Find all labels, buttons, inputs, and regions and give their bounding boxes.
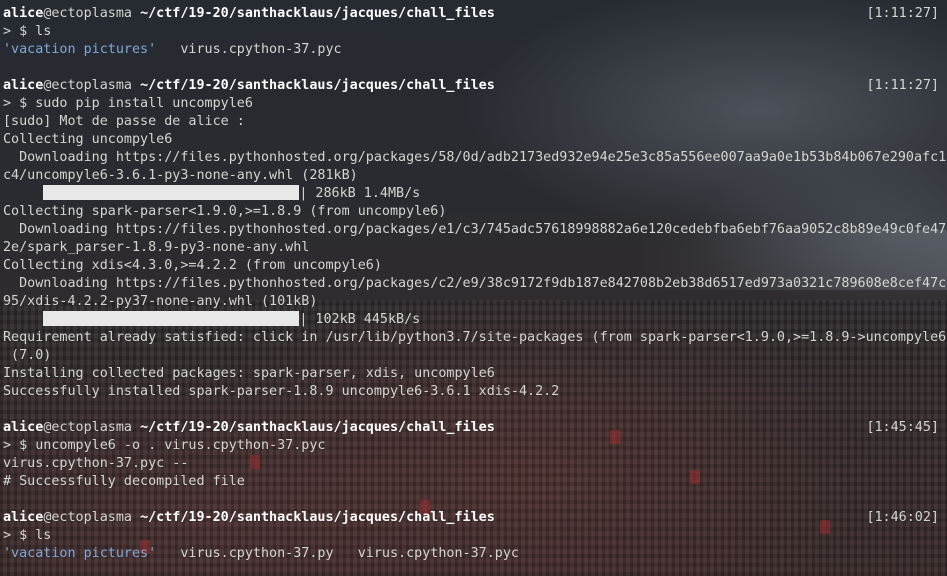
- progress-line: | 102kB 445kB/s: [3, 311, 947, 329]
- command-line: > $ ls: [3, 23, 947, 41]
- file-entry: virus.cpython-37.py virus.cpython-37.pyc: [156, 546, 519, 561]
- prompt-symbol: > $: [3, 24, 36, 39]
- terminal-output[interactable]: alice@ectoplasma ~/ctf/19-20/santhacklau…: [3, 5, 947, 563]
- command-text: ls: [35, 24, 52, 39]
- prompt-timestamp: [1:11:27]: [866, 6, 939, 21]
- prompt-user: alice: [3, 510, 44, 525]
- prompt-symbol: > $: [3, 96, 36, 111]
- output-line: virus.cpython-37.pyc --: [3, 456, 189, 471]
- output-line: [sudo] Mot de passe de alice :: [3, 114, 245, 129]
- prompt-user: alice: [3, 78, 44, 93]
- prompt-symbol: > $: [3, 528, 36, 543]
- prompt-timestamp: [1:45:45]: [866, 420, 939, 435]
- prompt-line: alice@ectoplasma ~/ctf/19-20/santhacklau…: [3, 5, 947, 23]
- ls-output-line: 'vacation pictures' virus.cpython-37.py …: [3, 545, 947, 563]
- command-text: sudo pip install uncompyle6: [35, 96, 253, 111]
- prompt-path: ~/ctf/19-20/santhacklaus/jacques/chall_f…: [140, 6, 495, 21]
- prompt-host: ectoplasma: [51, 510, 132, 525]
- progress-suffix: | 286kB 1.4MB/s: [299, 186, 421, 201]
- progress-bar: [43, 311, 300, 326]
- prompt-symbol: > $: [3, 438, 36, 453]
- prompt-user: alice: [3, 420, 44, 435]
- output-line: # Successfully decompiled file: [3, 474, 245, 489]
- command-text: ls: [35, 528, 52, 543]
- directory-entry: 'vacation pictures': [3, 42, 157, 57]
- prompt-path: ~/ctf/19-20/santhacklaus/jacques/chall_f…: [140, 78, 495, 93]
- prompt-line: alice@ectoplasma ~/ctf/19-20/santhacklau…: [3, 509, 947, 527]
- prompt-line: alice@ectoplasma ~/ctf/19-20/santhacklau…: [3, 419, 947, 437]
- command-line: > $ ls: [3, 527, 947, 545]
- output-line: 95/xdis-4.2.2-py37-none-any.whl (101kB): [3, 294, 318, 309]
- output-line: (7.0): [3, 348, 52, 363]
- progress-line: | 286kB 1.4MB/s: [3, 185, 947, 203]
- progress-bar: [43, 185, 300, 200]
- output-line: c4/uncompyle6-3.6.1-py3-none-any.whl (28…: [3, 168, 358, 183]
- output-line: 2e/spark_parser-1.8.9-py3-none-any.whl: [3, 240, 310, 255]
- output-line: Collecting xdis<4.3.0,>=4.2.2 (from unco…: [3, 258, 382, 273]
- command-text: uncompyle6 -o . virus.cpython-37.pyc: [35, 438, 326, 453]
- prompt-host: ectoplasma: [51, 6, 132, 21]
- output-line: Requirement already satisfied: click in …: [3, 330, 947, 345]
- directory-entry: 'vacation pictures': [3, 546, 157, 561]
- output-line: Downloading https://files.pythonhosted.o…: [3, 276, 947, 291]
- prompt-timestamp: [1:11:27]: [866, 78, 939, 93]
- output-line: Installing collected packages: spark-par…: [3, 366, 495, 381]
- prompt-user: alice: [3, 6, 44, 21]
- prompt-host: ectoplasma: [51, 78, 132, 93]
- file-entry: virus.cpython-37.pyc: [156, 42, 342, 57]
- output-line: Downloading https://files.pythonhosted.o…: [3, 222, 947, 237]
- output-line: Successfully installed spark-parser-1.8.…: [3, 384, 560, 399]
- output-line: Downloading https://files.pythonhosted.o…: [3, 150, 947, 165]
- progress-suffix: | 102kB 445kB/s: [299, 312, 421, 327]
- output-line: Collecting spark-parser<1.9.0,>=1.8.9 (f…: [3, 204, 447, 219]
- prompt-host: ectoplasma: [51, 420, 132, 435]
- prompt-line: alice@ectoplasma ~/ctf/19-20/santhacklau…: [3, 77, 947, 95]
- command-line: > $ uncompyle6 -o . virus.cpython-37.pyc: [3, 437, 947, 455]
- output-line: Collecting uncompyle6: [3, 132, 173, 147]
- prompt-path: ~/ctf/19-20/santhacklaus/jacques/chall_f…: [140, 420, 495, 435]
- prompt-timestamp: [1:46:02]: [866, 510, 939, 525]
- ls-output-line: 'vacation pictures' virus.cpython-37.pyc: [3, 41, 947, 59]
- prompt-path: ~/ctf/19-20/santhacklaus/jacques/chall_f…: [140, 510, 495, 525]
- command-line: > $ sudo pip install uncompyle6: [3, 95, 947, 113]
